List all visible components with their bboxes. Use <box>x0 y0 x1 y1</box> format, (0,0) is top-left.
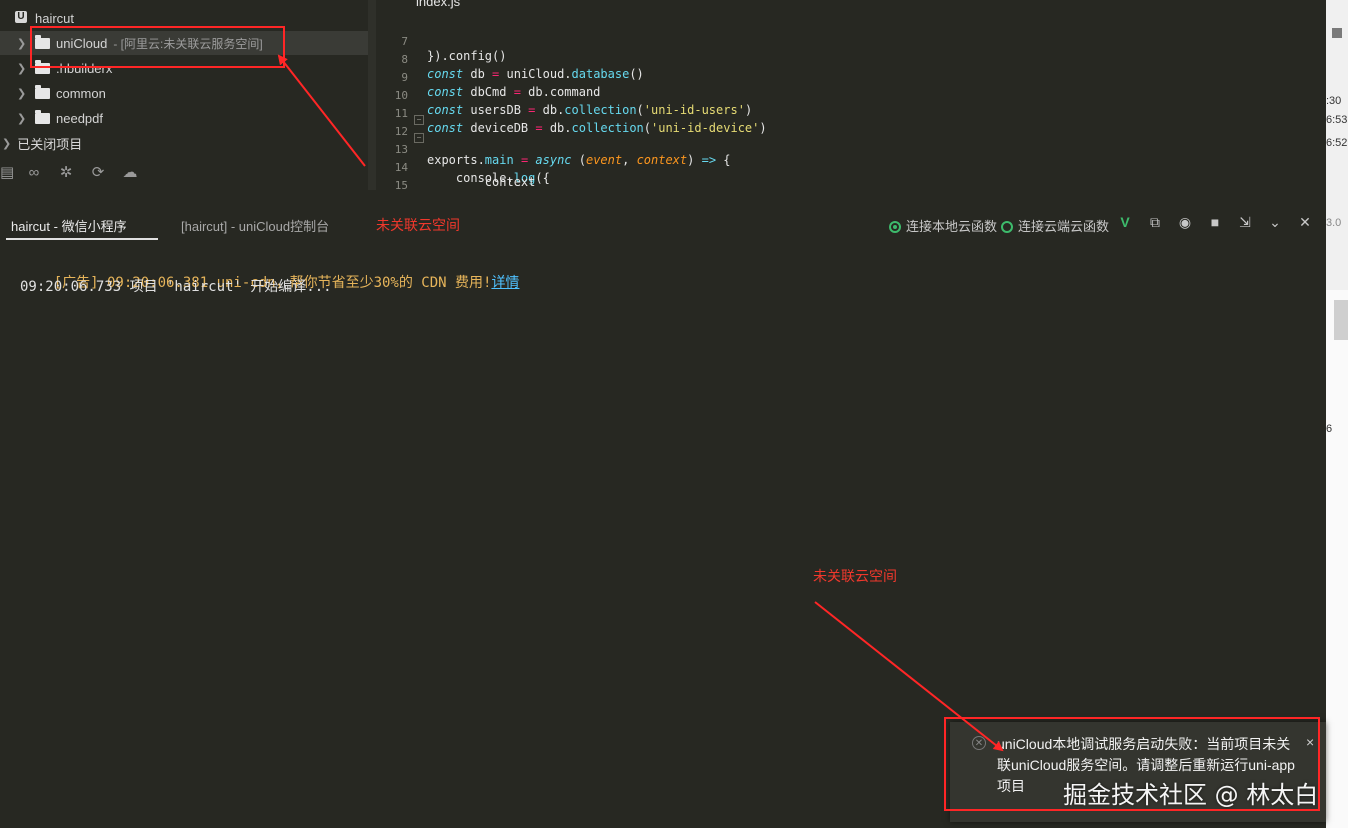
stop-icon[interactable]: ■ <box>1206 214 1224 230</box>
console-tabs-bar: haircut - 微信小程序 [haircut] - uniCloud控制台 … <box>0 192 1326 240</box>
chevron-right-icon[interactable]: ❯ <box>17 62 26 75</box>
file-tab[interactable]: index.js <box>416 0 460 9</box>
code-line[interactable]: 9 const dbCmd = db.command <box>376 57 1216 99</box>
code-line[interactable]: 8 const db = uniCloud.database() <box>376 39 1216 81</box>
annotation-label: 未关联云空间 <box>376 217 460 233</box>
tree-item-label: common <box>56 85 106 101</box>
bug-icon[interactable]: ✲ <box>56 163 76 181</box>
project-icon: U <box>15 11 27 23</box>
code-line[interactable]: 10 const usersDB = db.collection('uni-id… <box>376 75 1216 117</box>
edge-text: 6:52 <box>1326 137 1348 149</box>
radio-selected-icon[interactable] <box>889 221 901 233</box>
edge-text: :30 <box>1326 95 1342 107</box>
sidebar-scrollbar[interactable] <box>368 0 376 190</box>
radio-unselected-icon[interactable] <box>1001 221 1013 233</box>
background-window-edge: :30 6:53 6:52 3.0 6 <box>1326 0 1348 828</box>
vue-icon[interactable]: V <box>1116 214 1134 230</box>
details-link[interactable]: 详情 <box>491 275 519 291</box>
files-icon[interactable]: ▤ <box>0 163 14 181</box>
code-editor[interactable]: index.js 7 }).config() 8 const db = uniC… <box>376 0 1326 190</box>
folder-icon <box>35 110 50 124</box>
highlight-box-unicloud <box>30 26 285 68</box>
code-line[interactable]: 7 }).config() <box>376 21 1216 63</box>
edge-text: 6 <box>1326 423 1333 435</box>
open-external-icon[interactable]: ⧉ <box>1146 214 1164 231</box>
export-icon[interactable]: ⇲ <box>1236 214 1254 231</box>
tree-row-needpdf[interactable]: ❯ needpdf <box>0 106 368 130</box>
chevron-right-icon[interactable]: ❯ <box>17 37 26 50</box>
active-tab-indicator <box>6 238 158 240</box>
tab-miniprogram[interactable]: haircut - 微信小程序 <box>11 216 127 235</box>
binoculars-icon[interactable]: ∞ <box>24 164 44 181</box>
annotation-label-bottom: 未关联云空间 <box>813 568 897 584</box>
chevron-right-icon[interactable]: ❯ <box>2 137 11 150</box>
tree-item-label: needpdf <box>56 110 103 126</box>
project-name: haircut <box>35 10 75 26</box>
scrollbar-thumb <box>1334 300 1348 340</box>
cloud-icon[interactable]: ☁ <box>120 163 140 181</box>
sidebar-toolbar: ▤ ∞ ✲ ⟳ ☁ <box>0 160 140 184</box>
fold-icon[interactable]: − <box>414 115 424 125</box>
log-line-compile: 09:20:06.733 项目 'haircut' 开始编译... <box>20 279 332 295</box>
edge-text: 6:53 <box>1326 114 1348 126</box>
chevron-right-icon[interactable]: ❯ <box>17 87 26 100</box>
code-line[interactable]: 11 const deviceDB = db.collection('uni-i… <box>376 93 1216 135</box>
code-line[interactable]: 16 //UNI-VK: 这里的uniIP换成新的，保证多人访问不会冲突 <box>376 183 1216 190</box>
radio-cloud-functions[interactable]: 连接云端云函数 <box>1001 216 1109 235</box>
code-line[interactable]: 13 − console.log({ <box>376 129 1216 185</box>
git-icon[interactable]: ⟳ <box>88 163 108 181</box>
code-line[interactable]: 14 context <box>376 147 1216 189</box>
code-line[interactable]: 15 }); <box>376 165 1216 190</box>
scroll-arrow-icon <box>1332 28 1342 38</box>
tree-row-common[interactable]: ❯ common <box>0 81 368 105</box>
restart-icon[interactable]: ◉ <box>1176 214 1194 231</box>
fold-icon[interactable]: − <box>414 133 424 143</box>
edge-text: 3.0 <box>1326 217 1342 229</box>
closed-projects-label: 已关闭项目 <box>17 136 83 152</box>
closed-projects-row[interactable]: ❯ 已关闭项目 <box>0 132 82 154</box>
chevron-right-icon[interactable]: ❯ <box>17 112 26 125</box>
folder-icon <box>35 85 50 99</box>
watermark: 掘金技术社区 @ 林太白 <box>1063 781 1319 809</box>
radio-local-functions[interactable]: 连接本地云函数 <box>889 216 997 235</box>
tab-unicloud-console[interactable]: [haircut] - uniCloud控制台 <box>181 216 329 235</box>
code-line[interactable]: 12 − exports.main = async (event, contex… <box>376 111 1216 167</box>
chevron-down-icon[interactable]: ⌄ <box>1266 214 1284 231</box>
close-panel-icon[interactable]: ✕ <box>1296 214 1314 231</box>
